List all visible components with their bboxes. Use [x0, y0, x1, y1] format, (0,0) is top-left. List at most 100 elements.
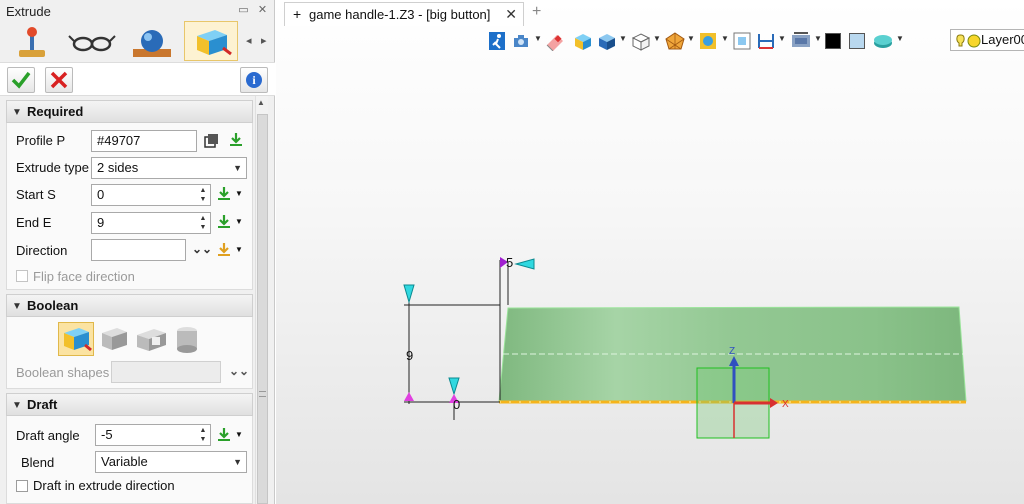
chevron-down-icon: ▼	[233, 457, 242, 467]
start-label: Start S	[16, 187, 56, 202]
collapse-triangle-icon: ▼	[12, 107, 22, 118]
action-bar: i	[0, 62, 275, 96]
boolean-add-button[interactable]	[97, 323, 131, 358]
section-required-header[interactable]: ▼ Required	[6, 100, 253, 123]
boolean-add-icon	[102, 328, 127, 350]
profile-field[interactable]: #49707	[91, 130, 197, 152]
download-green-icon[interactable]	[216, 186, 232, 205]
info-button[interactable]: i	[240, 67, 268, 93]
scroll-up-icon[interactable]: ▲	[257, 98, 265, 107]
boolean-shapes-field[interactable]	[111, 361, 221, 383]
boolean-intersect-icon	[177, 327, 197, 353]
tab-render[interactable]	[124, 21, 178, 61]
boolean-intersect-button[interactable]	[170, 323, 204, 358]
spinner-icon[interactable]: ▲ ▼	[198, 186, 208, 204]
double-chevron-down-icon[interactable]: ⌄⌄	[192, 242, 212, 256]
dim-height-value: 9	[406, 348, 413, 363]
chevron-down-icon[interactable]: ▼	[235, 217, 243, 226]
panel-sections: ▼ Required Profile P #49707 Extrude type…	[6, 100, 253, 504]
collapse-triangle-icon: ▼	[12, 400, 22, 411]
profile-label: Profile P	[16, 133, 66, 148]
glasses-icon	[68, 35, 116, 52]
tab-scroll-right-icon[interactable]: ▸	[261, 34, 267, 47]
section-required-title: Required	[27, 104, 84, 119]
draft-direction-label: Draft in extrude direction	[33, 478, 175, 493]
draft-angle-field[interactable]: -5 ▲ ▼	[95, 424, 211, 446]
height-handle-top[interactable]	[403, 284, 415, 304]
chevron-down-icon[interactable]: ▼	[235, 189, 243, 198]
start-value: 0	[97, 187, 105, 202]
blend-value: Variable	[101, 454, 148, 469]
axis-x-label: X	[782, 399, 789, 410]
start-field[interactable]: 0 ▲ ▼	[91, 184, 211, 206]
extrude-icon	[197, 30, 232, 56]
section-draft-body: Draft angle -5 ▲ ▼ ▼ Blend Variable ▼ Dra…	[6, 416, 253, 504]
panel-scrollbar[interactable]: ▲	[255, 96, 268, 504]
extrude-type-label: Extrude type	[16, 160, 89, 175]
draft-angle-label: Draft angle	[16, 428, 80, 443]
extrude-panel: Extrude ▭ ✕ ◂ ▸ i ▼ Required Profile P #…	[0, 0, 275, 504]
blend-label: Blend	[21, 455, 55, 470]
download-green-icon[interactable]	[216, 214, 232, 233]
tab-scroll-left-icon[interactable]: ◂	[246, 34, 252, 47]
direction-field[interactable]	[91, 239, 186, 261]
draft-direction-checkbox[interactable]	[16, 480, 28, 492]
chevron-down-icon[interactable]: ▼	[235, 245, 243, 254]
flip-face-checkbox[interactable]	[16, 270, 28, 282]
tab-view[interactable]	[64, 21, 118, 61]
grip-icon	[259, 391, 266, 397]
collapse-triangle-icon: ▼	[12, 301, 22, 312]
axis-z-label: Z	[729, 346, 735, 357]
panel-title: Extrude	[6, 4, 51, 19]
chevron-down-icon[interactable]: ▼	[235, 430, 243, 439]
panel-tabstrip: ◂ ▸	[0, 21, 275, 62]
download-orange-icon[interactable]	[216, 242, 232, 261]
boolean-base-button[interactable]	[58, 322, 94, 356]
cancel-button[interactable]	[45, 67, 73, 93]
chevron-down-icon: ▼	[233, 163, 242, 173]
dim-start-value: 0	[453, 397, 460, 412]
direction-label: Direction	[16, 243, 68, 258]
section-boolean-title: Boolean	[27, 298, 79, 313]
blend-select[interactable]: Variable ▼	[95, 451, 247, 473]
draft-angle-value: -5	[101, 427, 113, 442]
end-value: 9	[97, 215, 105, 230]
boolean-remove-icon	[137, 329, 166, 351]
info-icon: i	[246, 72, 262, 88]
ok-button[interactable]	[7, 67, 35, 93]
download-green-icon[interactable]	[228, 132, 244, 151]
tab-general[interactable]	[4, 21, 58, 61]
end-label: End E	[16, 215, 52, 230]
panel-close-button[interactable]: ✕	[256, 4, 269, 17]
3d-viewport[interactable]: 9 5 0 Z X	[276, 0, 1024, 504]
height-handle-bottom[interactable]	[404, 392, 414, 401]
section-required-body: Profile P #49707 Extrude type 2 sides ▼ …	[6, 123, 253, 290]
extrude-type-value: 2 sides	[97, 160, 139, 175]
pick-icon[interactable]	[204, 133, 220, 152]
scroll-thumb[interactable]	[257, 114, 268, 504]
joystick-icon	[19, 27, 45, 57]
boolean-remove-button[interactable]	[134, 323, 168, 358]
x-icon	[50, 71, 68, 89]
end-handle-arrow[interactable]	[514, 258, 535, 270]
dim-end-value: 5	[506, 255, 513, 270]
boolean-shapes-label: Boolean shapes	[16, 365, 110, 380]
workspace: + game handle-1.Z3 - [big button] ✕ + ▼ …	[276, 0, 1024, 504]
check-icon	[11, 71, 31, 89]
end-field[interactable]: 9 ▲ ▼	[91, 212, 211, 234]
extrude-type-select[interactable]: 2 sides ▼	[91, 157, 247, 179]
start-handle-arrow[interactable]	[448, 377, 460, 396]
section-boolean-header[interactable]: ▼ Boolean	[6, 294, 253, 317]
tab-extrude[interactable]	[184, 21, 238, 61]
sphere-icon	[133, 30, 171, 57]
panel-restore-button[interactable]: ▭	[237, 4, 250, 17]
spinner-icon[interactable]: ▲ ▼	[198, 214, 208, 232]
download-green-icon[interactable]	[216, 427, 232, 446]
section-boolean-body: Boolean shapes ⌄⌄	[6, 317, 253, 389]
double-chevron-down-icon[interactable]: ⌄⌄	[229, 364, 249, 378]
spinner-icon[interactable]: ▲ ▼	[198, 426, 208, 444]
section-draft-title: Draft	[27, 397, 58, 412]
section-draft-header[interactable]: ▼ Draft	[6, 393, 253, 416]
extrude-base-icon	[64, 328, 92, 352]
flip-face-label: Flip face direction	[33, 269, 135, 284]
